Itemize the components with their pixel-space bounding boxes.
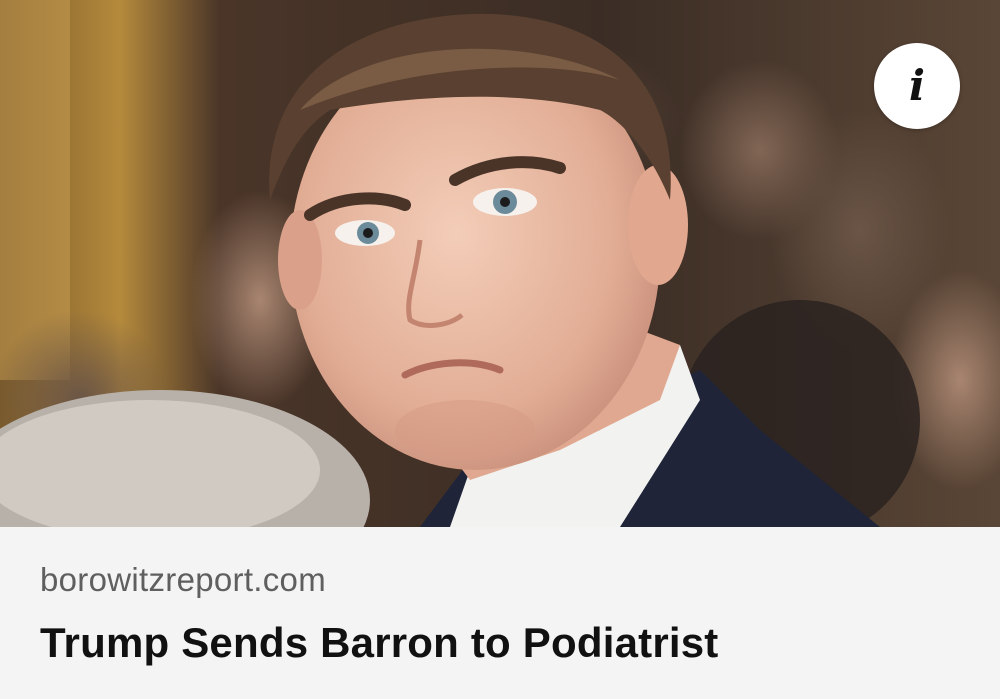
info-button[interactable]: i [874,43,960,129]
link-preview-card[interactable]: i borowitzreport.com Trump Sends Barron … [0,0,1000,699]
article-headline[interactable]: Trump Sends Barron to Podiatrist [40,619,718,667]
info-icon: i [909,61,925,110]
source-domain: borowitzreport.com [40,561,326,598]
preview-image[interactable]: i [0,0,1000,527]
link-preview-meta[interactable]: borowitzreport.com Trump Sends Barron to… [0,527,1000,699]
preview-photo [0,0,1000,527]
